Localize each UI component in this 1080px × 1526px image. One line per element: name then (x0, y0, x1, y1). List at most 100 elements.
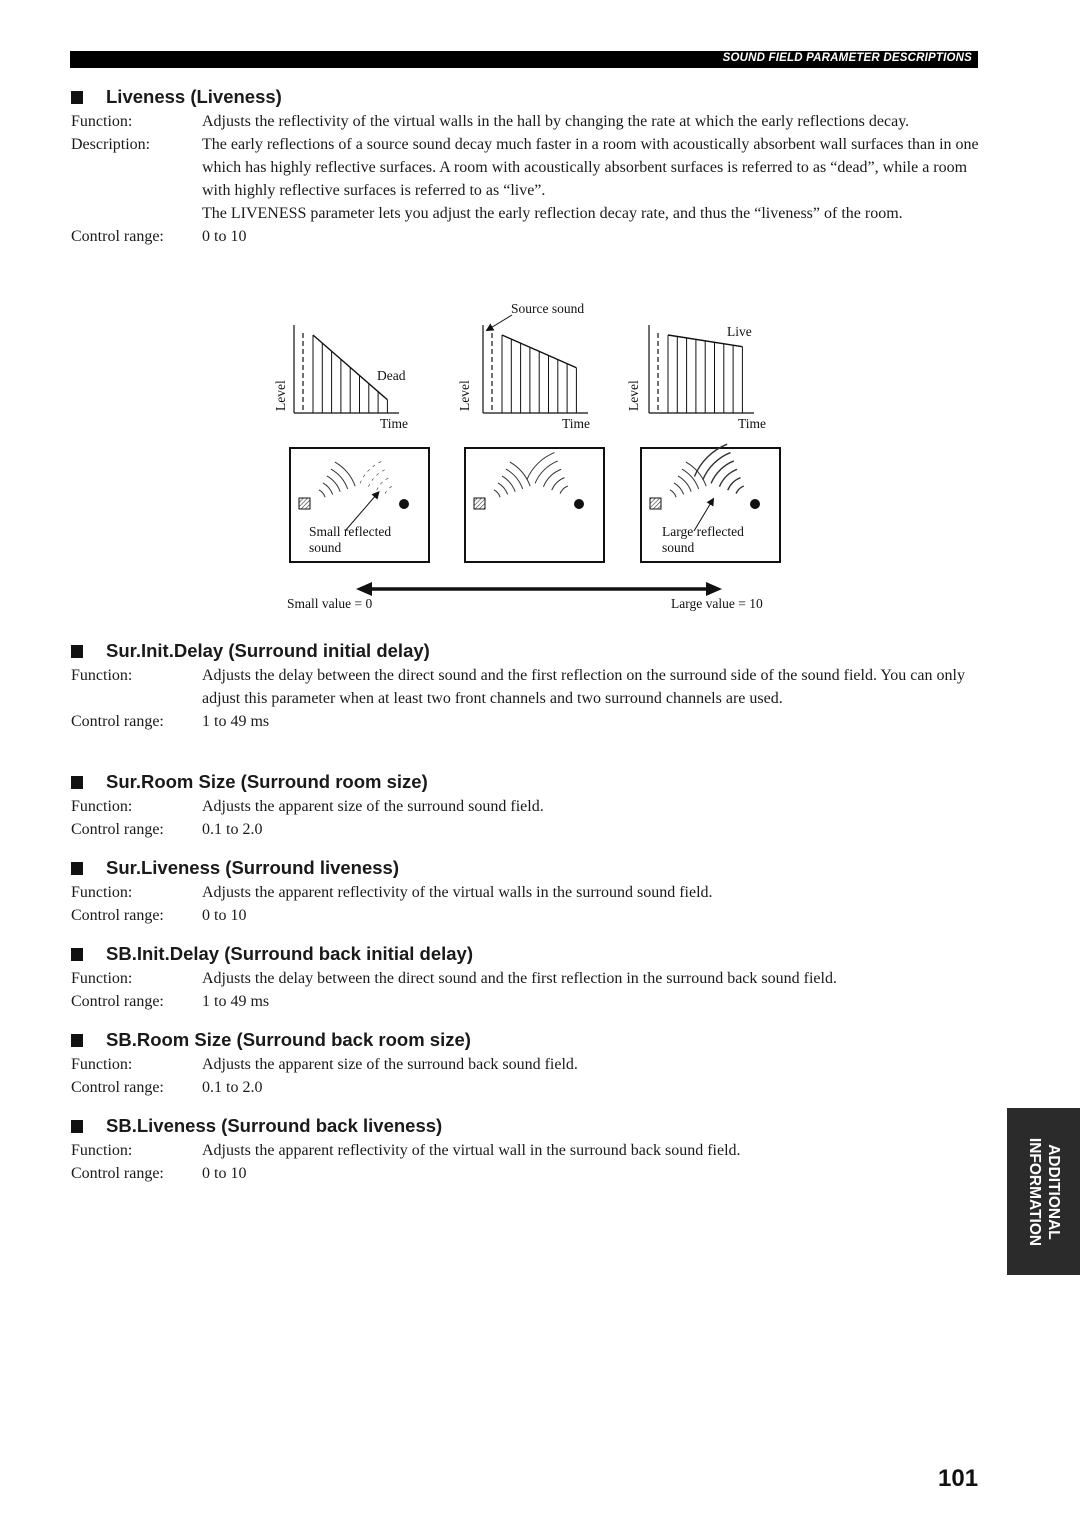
function-text: Adjusts the reflectivity of the virtual … (202, 113, 910, 130)
function-text: Adjusts the apparent size of the surroun… (202, 1056, 578, 1073)
function-label: Function: (71, 970, 133, 987)
function-text: Adjusts the delay between the direct sou… (202, 667, 965, 707)
section-heading: Sur.Init.Delay (Surround initial delay) (71, 640, 981, 662)
function-text: Adjusts the apparent reflectivity of the… (202, 1142, 741, 1159)
control-range-value: 0 to 10 (202, 228, 247, 245)
function-row: Function: Adjusts the reflectivity of th… (71, 110, 981, 133)
function-row: Function: Adjusts the delay between the … (71, 664, 981, 710)
control-range-value: 0.1 to 2.0 (202, 821, 263, 838)
section-sur-init-delay: Sur.Init.Delay (Surround initial delay) … (71, 640, 981, 733)
live-label: Live (727, 324, 752, 339)
section-heading: SB.Room Size (Surround back room size) (71, 1029, 981, 1051)
large-reflected-label: sound (662, 540, 695, 555)
liveness-diagram-svg: Source sound Dead Live Level Level Level… (273, 301, 781, 611)
section-header-bar: SOUND FIELD PARAMETER DESCRIPTIONS (70, 51, 978, 68)
control-range-value: 0 to 10 (202, 1165, 247, 1182)
function-text: Adjusts the delay between the direct sou… (202, 970, 837, 987)
control-range-row: Control range: 0 to 10 (71, 904, 981, 927)
function-label: Function: (71, 113, 133, 130)
speaker-icon (649, 497, 662, 510)
function-label: Function: (71, 1142, 133, 1159)
section-liveness: Liveness (Liveness) Function: Adjusts th… (71, 86, 981, 248)
side-tab-line: INFORMATION (1025, 1137, 1043, 1246)
room-diagram (464, 447, 605, 563)
control-range-row: Control range: 0.1 to 2.0 (71, 818, 981, 841)
control-range-label: Control range: (71, 228, 164, 245)
side-tab-additional-information[interactable]: ADDITIONAL INFORMATION (1007, 1108, 1080, 1275)
heading-text: SB.Room Size (Surround back room size) (106, 1029, 471, 1050)
heading-text: Sur.Room Size (Surround room size) (106, 771, 428, 792)
control-range-row: Control range: 0 to 10 (71, 1162, 981, 1185)
side-tab-line: ADDITIONAL (1044, 1143, 1062, 1240)
function-label: Function: (71, 798, 133, 815)
axis-level-label: Level (457, 380, 472, 411)
bullet-square-icon (71, 775, 83, 789)
axis-time-label: Time (380, 416, 408, 431)
listener-icon (750, 499, 760, 509)
bullet-square-icon (71, 1119, 83, 1133)
function-label: Function: (71, 667, 133, 684)
control-range-value: 1 to 49 ms (202, 993, 270, 1010)
function-label: Function: (71, 884, 133, 901)
section-sb-init-delay: SB.Init.Delay (Surround back initial del… (71, 943, 981, 1013)
function-text: Adjusts the apparent size of the surroun… (202, 798, 544, 815)
description-label: Description: (71, 136, 151, 153)
control-range-row: Control range: 0 to 10 (71, 225, 981, 248)
speaker-icon (473, 497, 486, 510)
heading-text: Liveness (Liveness) (106, 86, 282, 107)
listener-icon (399, 499, 409, 509)
bullet-square-icon (71, 90, 83, 104)
function-row: Function: Adjusts the apparent reflectiv… (71, 1139, 981, 1162)
control-range-label: Control range: (71, 993, 164, 1010)
dead-label: Dead (377, 368, 406, 383)
function-label: Function: (71, 1056, 133, 1073)
axis-time-label: Time (738, 416, 766, 431)
description-paragraph: The early reflections of a source sound … (202, 136, 979, 199)
control-range-label: Control range: (71, 1165, 164, 1182)
decay-graph-medium (482, 325, 588, 414)
control-range-value: 0.1 to 2.0 (202, 1079, 263, 1096)
control-range-label: Control range: (71, 1079, 164, 1096)
scale-min-label: Small value = 0 (287, 596, 372, 611)
speaker-icon (298, 497, 311, 510)
function-row: Function: Adjusts the apparent size of t… (71, 1053, 981, 1076)
control-range-row: Control range: 1 to 49 ms (71, 990, 981, 1013)
axis-time-label: Time (562, 416, 590, 431)
control-range-value: 0 to 10 (202, 907, 247, 924)
section-sur-liveness: Sur.Liveness (Surround liveness) Functio… (71, 857, 981, 927)
control-range-value: 1 to 49 ms (202, 713, 270, 730)
axis-level-label: Level (273, 380, 288, 411)
section-heading: Liveness (Liveness) (71, 86, 981, 108)
control-range-label: Control range: (71, 713, 164, 730)
heading-text: SB.Liveness (Surround back liveness) (106, 1115, 443, 1136)
liveness-diagram: Source sound Dead Live Level Level Level… (260, 295, 800, 615)
function-text: Adjusts the apparent reflectivity of the… (202, 884, 713, 901)
bullet-square-icon (71, 644, 83, 658)
page-number: 101 (938, 1465, 979, 1492)
small-reflected-label: sound (309, 540, 342, 555)
function-row: Function: Adjusts the apparent size of t… (71, 795, 981, 818)
control-range-row: Control range: 1 to 49 ms (71, 710, 981, 733)
heading-text: Sur.Liveness (Surround liveness) (106, 857, 400, 878)
section-sb-room-size: SB.Room Size (Surround back room size) F… (71, 1029, 981, 1099)
source-sound-pointer (485, 314, 513, 332)
bullet-square-icon (71, 1033, 83, 1047)
function-row: Function: Adjusts the delay between the … (71, 967, 981, 990)
scale-max-label: Large value = 10 (671, 596, 763, 611)
source-sound-label: Source sound (511, 301, 584, 316)
heading-text: Sur.Init.Delay (Surround initial delay) (106, 640, 430, 661)
heading-text: SB.Init.Delay (Surround back initial del… (106, 943, 473, 964)
arrow-right-icon (706, 582, 722, 596)
control-range-row: Control range: 0.1 to 2.0 (71, 1076, 981, 1099)
arrow-left-icon (356, 582, 372, 596)
section-heading: SB.Liveness (Surround back liveness) (71, 1115, 981, 1137)
section-sb-liveness: SB.Liveness (Surround back liveness) Fun… (71, 1115, 981, 1185)
description-paragraph: The LIVENESS parameter lets you adjust t… (202, 205, 903, 222)
control-range-label: Control range: (71, 907, 164, 924)
function-row: Function: Adjusts the apparent reflectiv… (71, 881, 981, 904)
large-reflected-label: Large reflected (662, 524, 744, 539)
section-heading: Sur.Liveness (Surround liveness) (71, 857, 981, 879)
control-range-label: Control range: (71, 821, 164, 838)
section-header-title: SOUND FIELD PARAMETER DESCRIPTIONS (722, 52, 972, 64)
axis-level-label: Level (626, 380, 641, 411)
